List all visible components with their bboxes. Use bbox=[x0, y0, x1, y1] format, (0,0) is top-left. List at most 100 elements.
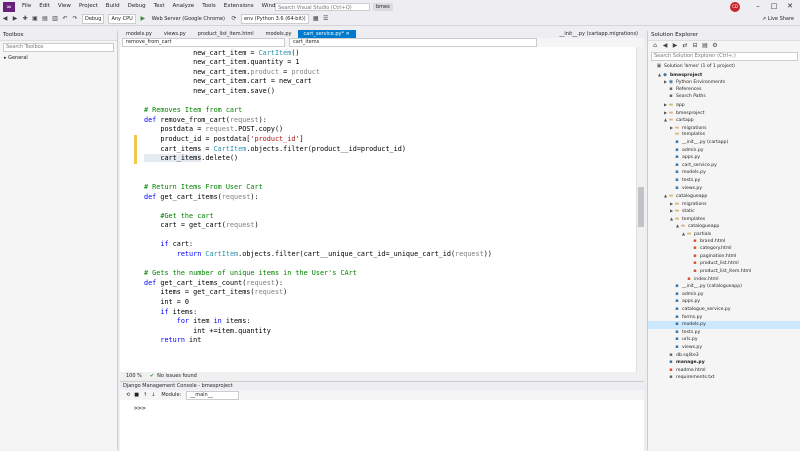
tree-item[interactable]: ▲ ▬ catalogueapp bbox=[648, 192, 800, 200]
code-line[interactable] bbox=[144, 231, 492, 241]
menu-item-view[interactable]: View bbox=[54, 0, 75, 13]
environment-dropdown[interactable]: env (Python 3.6 (64-bit)) bbox=[240, 14, 309, 24]
tree-item[interactable]: ▶ ◉ Python Environments bbox=[648, 78, 800, 86]
tree-item[interactable]: ▪ forms.py bbox=[648, 314, 800, 322]
zoom-level[interactable]: 100 % bbox=[126, 372, 142, 380]
maximize-icon[interactable]: □ bbox=[766, 0, 782, 13]
code-line[interactable]: cart_items.delete() bbox=[144, 154, 492, 164]
tree-item[interactable]: ▪ __init__.py (catalogueapp) bbox=[648, 283, 800, 291]
tree-item[interactable]: ▪ category.html bbox=[648, 245, 800, 253]
tree-item[interactable]: ▪ __init__.py (cartapp) bbox=[648, 139, 800, 147]
module-dropdown[interactable]: __main__ bbox=[186, 390, 240, 400]
tree-item[interactable]: ▣ Solution 'bmes' (1 of 1 project) bbox=[648, 63, 800, 71]
minimize-icon[interactable]: – bbox=[750, 0, 766, 13]
code-line[interactable]: cart = get_cart(request) bbox=[144, 221, 492, 231]
forward-icon[interactable]: ▶ bbox=[671, 42, 679, 50]
home-icon[interactable]: ⌂ bbox=[651, 42, 659, 50]
tree-item[interactable]: ▪ admin.py bbox=[648, 291, 800, 299]
tree-item[interactable]: ▪ apps.py bbox=[648, 154, 800, 162]
refresh-icon[interactable]: ⟳ bbox=[230, 15, 238, 23]
expand-icon[interactable]: ▸ bbox=[4, 55, 7, 61]
tree-item[interactable]: ▪ manage.py bbox=[648, 359, 800, 367]
code-line[interactable]: # Gets the number of unique items in the… bbox=[144, 269, 492, 279]
toolbox-group-general[interactable]: ▸ General bbox=[0, 54, 117, 62]
code-line[interactable] bbox=[144, 164, 492, 174]
down-icon[interactable]: ↓ bbox=[151, 390, 155, 400]
code-line[interactable]: new_cart_item.save() bbox=[144, 87, 492, 97]
tree-item[interactable]: ▪ readme.html bbox=[648, 367, 800, 375]
tree-item[interactable]: ▪ pagination.html bbox=[648, 253, 800, 261]
undo-icon[interactable]: ↶ bbox=[61, 15, 69, 23]
tree-item[interactable]: ▪ product_list.html bbox=[648, 260, 800, 268]
properties-icon[interactable]: ⚙ bbox=[711, 42, 719, 50]
back-icon[interactable]: ◀ bbox=[1, 15, 9, 23]
tree-item[interactable]: ▪ models.py bbox=[648, 321, 800, 329]
format-icon[interactable]: ☰ bbox=[322, 15, 330, 23]
code-content[interactable]: cart_item = get_cart_item() new_cart_ite… bbox=[144, 47, 492, 346]
code-line[interactable]: def get_cart_items(request): bbox=[144, 193, 492, 203]
close-icon[interactable]: ✕ bbox=[344, 31, 350, 37]
tree-item[interactable]: ▪ db.sqlite3 bbox=[648, 352, 800, 360]
sync-icon[interactable]: ⇄ bbox=[681, 42, 689, 50]
code-line[interactable]: def get_cart_items_count(request): bbox=[144, 279, 492, 289]
code-line[interactable]: int +=item.quantity bbox=[144, 327, 492, 337]
open-icon[interactable]: ▣ bbox=[31, 15, 39, 23]
code-line[interactable]: #Get the cart bbox=[144, 212, 492, 222]
tree-item[interactable]: ▪ views.py bbox=[648, 344, 800, 352]
symbol-dropdown[interactable]: cart_items bbox=[289, 38, 537, 47]
search-input[interactable]: Search Visual Studio (Ctrl+Q) bbox=[275, 3, 370, 11]
platform-dropdown[interactable]: Any CPU bbox=[108, 14, 136, 24]
tree-item[interactable]: ▪ tests.py bbox=[648, 329, 800, 337]
code-line[interactable] bbox=[144, 202, 492, 212]
tree-item[interactable]: ▶ ▬ migrations bbox=[648, 124, 800, 132]
code-line[interactable]: new_cart_item.product = product bbox=[144, 68, 492, 78]
tree-item[interactable]: ▪ brand.html bbox=[648, 238, 800, 246]
menu-item-build[interactable]: Build bbox=[102, 0, 124, 13]
menu-item-project[interactable]: Project bbox=[75, 0, 102, 13]
tree-item[interactable]: ▪ References bbox=[648, 86, 800, 94]
toolbox-search-input[interactable]: Search Toolbox bbox=[3, 43, 114, 52]
tree-item[interactable]: ▪ requirements.txt bbox=[648, 374, 800, 382]
forward-icon[interactable]: ▶ bbox=[11, 15, 19, 23]
tree-item[interactable]: ▲ ▬ partials bbox=[648, 230, 800, 238]
tab-models-py[interactable]: models.py bbox=[260, 30, 298, 38]
tree-item[interactable]: ▶ ▬ static bbox=[648, 207, 800, 215]
tree-item[interactable]: ▲ ▬ catalogueapp bbox=[648, 222, 800, 230]
code-line[interactable]: product_id = postdata['product_id'] bbox=[144, 135, 492, 145]
avatar[interactable]: CD bbox=[730, 2, 740, 12]
redo-icon[interactable]: ↷ bbox=[71, 15, 79, 23]
code-line[interactable]: int = 0 bbox=[144, 298, 492, 308]
reset-icon[interactable]: ⟲ bbox=[126, 390, 130, 400]
tree-item[interactable]: ▬ templates bbox=[648, 131, 800, 139]
live-share-button[interactable]: ⇗ Live Share bbox=[762, 13, 794, 25]
tree-item[interactable]: ▪ models.py bbox=[648, 169, 800, 177]
tab-models-py[interactable]: models.py bbox=[120, 30, 158, 38]
tab-views-py[interactable]: views.py bbox=[158, 30, 192, 38]
up-icon[interactable]: ↑ bbox=[143, 390, 147, 400]
stop-icon[interactable]: ■ bbox=[134, 390, 139, 400]
menu-item-analyze[interactable]: Analyze bbox=[169, 0, 199, 13]
editor-scrollbar[interactable] bbox=[636, 47, 645, 372]
run-icon[interactable]: ▶ bbox=[139, 15, 147, 23]
tree-item[interactable]: ▪ product_list_item.html bbox=[648, 268, 800, 276]
code-line[interactable]: new_cart_item.quantity = 1 bbox=[144, 58, 492, 68]
code-line[interactable] bbox=[144, 260, 492, 270]
code-line[interactable]: def remove_from_cart(request): bbox=[144, 116, 492, 126]
tree-item[interactable]: ▪ Search Paths bbox=[648, 93, 800, 101]
code-line[interactable]: return int bbox=[144, 336, 492, 346]
tree-item[interactable]: ▲ ▬ cartapp bbox=[648, 116, 800, 124]
menu-item-extensions[interactable]: Extensions bbox=[220, 0, 258, 13]
show-all-icon[interactable]: ▤ bbox=[701, 42, 709, 50]
code-line[interactable]: for item in items: bbox=[144, 317, 492, 327]
menu-item-edit[interactable]: Edit bbox=[35, 0, 54, 13]
scrollbar-thumb[interactable] bbox=[638, 187, 644, 227]
code-line[interactable]: new_cart_item.cart = new_cart bbox=[144, 77, 492, 87]
collapse-icon[interactable]: ⊟ bbox=[691, 42, 699, 50]
menu-item-tools[interactable]: Tools bbox=[198, 0, 220, 13]
function-dropdown[interactable]: remove_from_cart bbox=[122, 38, 285, 47]
tree-item[interactable]: ▪ catalogue_service.py bbox=[648, 306, 800, 314]
tree-item[interactable]: ▪ cart_service.py bbox=[648, 162, 800, 170]
menu-item-debug[interactable]: Debug bbox=[124, 0, 150, 13]
close-icon[interactable]: ✕ bbox=[782, 0, 798, 13]
code-line[interactable]: new_cart_item = CartItem() bbox=[144, 49, 492, 59]
